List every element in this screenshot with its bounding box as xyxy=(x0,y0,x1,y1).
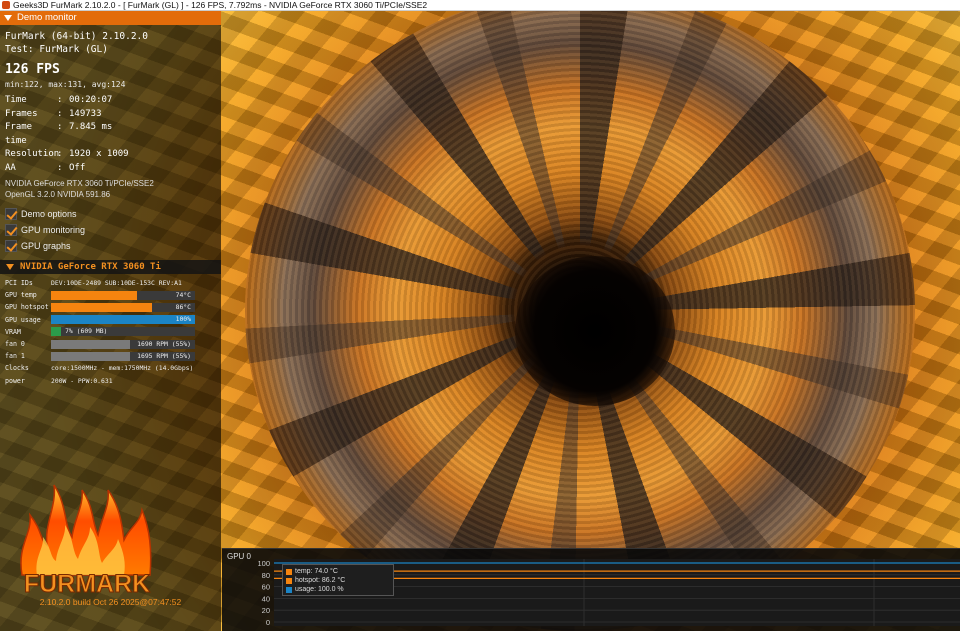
stat-row: Frames: 149733 xyxy=(5,108,102,119)
monitor-bar: 74°C xyxy=(51,290,195,300)
monitor-label: fan 1 xyxy=(5,352,25,361)
checkbox-checked-icon[interactable] xyxy=(5,208,17,220)
clocks-row: Clocks core:1500MHz - mem:1750MHz (14.0Gb… xyxy=(5,364,194,373)
graph-ytick-label: 60 xyxy=(262,583,270,592)
gpu-monitor: PCI IDs DEV:10DE-2489 SUB:10DE-153C REV:A… xyxy=(0,274,221,387)
legend-swatch xyxy=(286,586,292,593)
gpu-graph-panel: GPU 0 100 80 60 40 20 0 temp: 74.0 °C hotspot… xyxy=(222,548,960,631)
checkbox-checked-icon[interactable] xyxy=(5,224,17,236)
monitor-label: GPU usage xyxy=(5,315,41,324)
collapse-triangle-icon[interactable] xyxy=(6,264,14,270)
monitor-bar: 1695 RPM (55%) xyxy=(51,351,195,361)
power-row: power 200W - PPW:0.631 xyxy=(5,376,113,385)
option-gpu-monitoring[interactable]: GPU monitoring xyxy=(5,222,221,238)
monitor-row-gpu-temp: GPU temp 74°C xyxy=(5,289,221,301)
monitor-bar: 100% xyxy=(51,315,195,325)
monitor-bar: 7% (609 MB) xyxy=(51,327,195,337)
checkbox-checked-icon[interactable] xyxy=(5,240,17,252)
legend-item: usage: 100.0 % xyxy=(286,585,390,594)
monitor-label: GPU temp xyxy=(5,291,37,300)
graph-legend: temp: 74.0 °C hotspot: 86.2 °C usage: 10… xyxy=(282,564,394,596)
legend-swatch xyxy=(286,577,292,584)
legend-swatch xyxy=(286,568,292,575)
option-demo-options[interactable]: Demo options xyxy=(5,206,221,222)
demo-monitor-title: Demo monitor xyxy=(17,12,77,23)
legend-item: hotspot: 86.2 °C xyxy=(286,576,390,585)
monitor-value: 86°C xyxy=(175,302,191,311)
graph-ytick-label: 40 xyxy=(262,594,270,603)
stat-row: Time: 00:20:07 xyxy=(5,95,113,105)
stat-row: AA: Off xyxy=(5,162,86,173)
monitor-row-gpu-usage: GPU usage 100% xyxy=(5,314,221,326)
monitor-row-vram: VRAM 7% (609 MB) xyxy=(5,326,221,338)
options-list: Demo options GPU monitoring GPU graphs xyxy=(0,200,221,254)
stat-row: Frame time: 7.845 ms xyxy=(5,122,113,146)
gpu-section-header[interactable]: NVIDIA GeForce RTX 3060 Ti xyxy=(0,260,221,274)
monitor-value: 1690 RPM (55%) xyxy=(137,339,191,348)
monitor-bar: 86°C xyxy=(51,302,195,312)
monitor-value: 7% (609 MB) xyxy=(65,327,108,336)
opengl-version: OpenGL 3.2.0 NVIDIA 591.86 xyxy=(5,190,111,199)
demo-monitor-header[interactable]: Demo monitor xyxy=(0,11,221,25)
monitor-row-fan-1: fan 1 1695 RPM (55%) xyxy=(5,350,221,362)
option-gpu-graphs[interactable]: GPU graphs xyxy=(5,238,221,254)
monitor-bar-fill xyxy=(51,339,131,349)
graph-ytick-label: 20 xyxy=(262,606,270,615)
monitor-value: 74°C xyxy=(175,290,191,299)
monitor-bar-fill xyxy=(51,327,62,337)
monitor-row-gpu-hotspot: GPU hotspot 86°C xyxy=(5,301,221,313)
app-icon xyxy=(2,1,10,9)
stats-list: Time: 00:20:07 Frames: 149733 Frame time… xyxy=(5,94,216,175)
monitor-value: 1695 RPM (55%) xyxy=(137,351,191,360)
fps-value: 126 FPS xyxy=(5,62,60,77)
monitor-label: fan 0 xyxy=(5,340,25,349)
monitor-bar-fill xyxy=(51,351,131,361)
fps-stats: min:122, max:131, avg:124 xyxy=(5,80,126,89)
legend-item: temp: 74.0 °C xyxy=(286,567,390,576)
graph-ytick-label: 80 xyxy=(262,571,270,580)
graph-ytick-label: 0 xyxy=(266,618,270,627)
build-info: 2.10.2.0 build Oct 26 2025@07:47:52 xyxy=(39,597,182,607)
gpu-name: NVIDIA GeForce RTX 3060 Ti xyxy=(20,262,161,272)
monitor-label: GPU hotspot xyxy=(5,303,49,312)
test-name: Test: FurMark (GL) xyxy=(5,44,108,55)
monitor-bar: 1690 RPM (55%) xyxy=(51,339,195,349)
monitor-value: 100% xyxy=(175,315,191,324)
title-bar: Geeks3D FurMark 2.10.2.0 - [ FurMark (GL… xyxy=(0,0,960,11)
monitor-row-fan-0: fan 0 1690 RPM (55%) xyxy=(5,338,221,350)
collapse-triangle-icon[interactable] xyxy=(4,15,12,21)
pci-row: PCI IDs DEV:10DE-2489 SUB:10DE-153C REV:A… xyxy=(5,279,182,288)
app-name: FurMark (64-bit) 2.10.2.0 xyxy=(5,31,148,42)
window-title: Geeks3D FurMark 2.10.2.0 - [ FurMark (GL… xyxy=(13,0,428,10)
monitor-bar-fill xyxy=(51,315,195,325)
logo-wordmark: FURMARK xyxy=(24,570,150,598)
monitor-label: VRAM xyxy=(5,327,21,336)
furmark-logo: FURMARK xyxy=(20,484,152,599)
stat-row: Resolution: 1920 x 1009 xyxy=(5,149,129,159)
demo-info: FurMark (64-bit) 2.10.2.0 Test: FurMark … xyxy=(0,25,221,200)
donut-hole xyxy=(515,256,675,406)
renderer-name: NVIDIA GeForce RTX 3060 Ti/PCIe/SSE2 xyxy=(5,179,154,188)
monitor-bar-fill xyxy=(51,302,152,312)
graph-ytick-label: 100 xyxy=(257,559,270,568)
monitor-bar-fill xyxy=(51,290,138,300)
